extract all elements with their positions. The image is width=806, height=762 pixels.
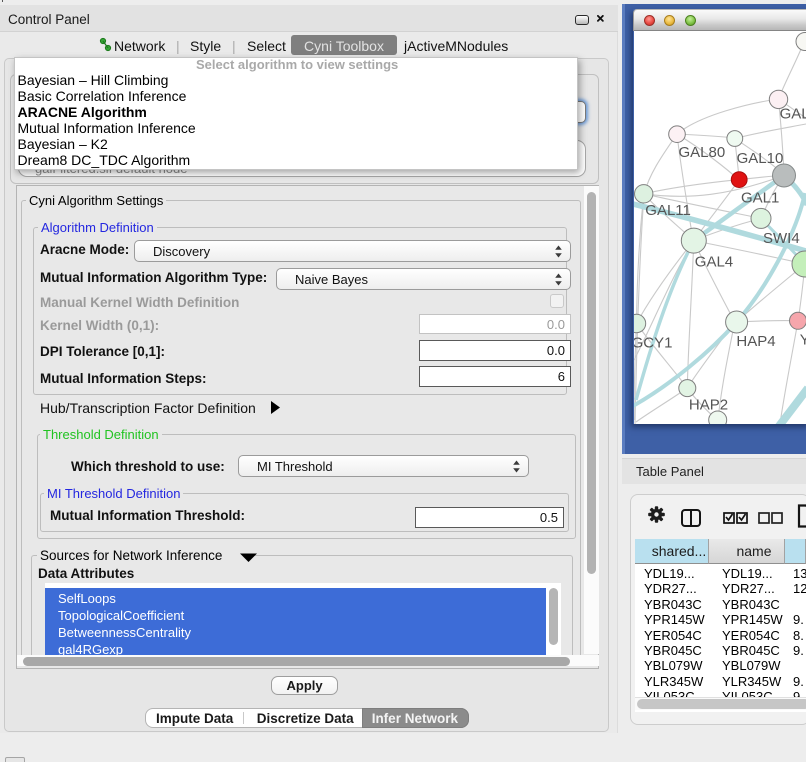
- svg-text:GAL1: GAL1: [741, 190, 779, 207]
- svg-text:GAL80: GAL80: [679, 144, 726, 161]
- svg-text:GAL2: GAL2: [780, 106, 806, 123]
- svg-text:SWI4: SWI4: [763, 230, 800, 247]
- svg-text:HAP4: HAP4: [736, 333, 775, 350]
- svg-text:GAL4: GAL4: [695, 254, 733, 271]
- svg-text:GAL11: GAL11: [645, 202, 691, 219]
- svg-text:Y: Y: [800, 332, 806, 349]
- svg-text:GAL10: GAL10: [737, 150, 784, 167]
- svg-text:GCY1: GCY1: [634, 335, 672, 352]
- svg-text:HAP2: HAP2: [689, 397, 728, 414]
